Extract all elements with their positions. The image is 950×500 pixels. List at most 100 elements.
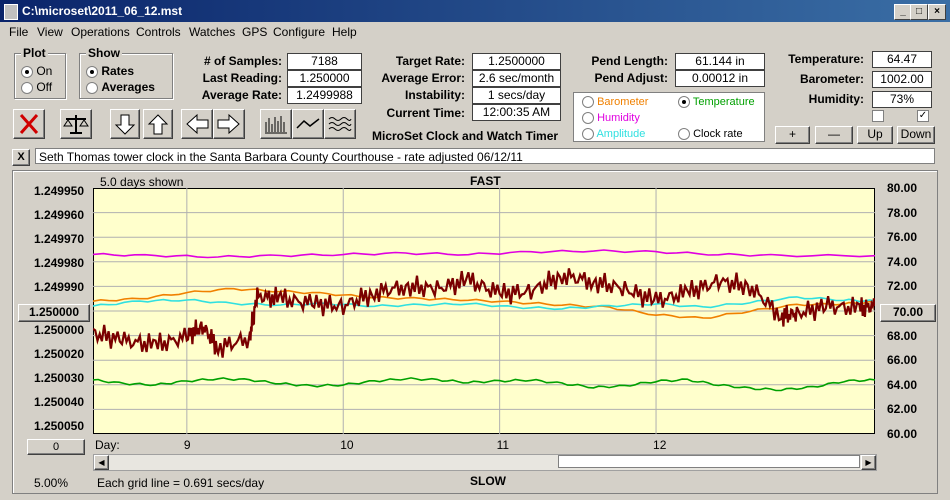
arrow-up-button[interactable]	[143, 109, 173, 139]
slow-label: SLOW	[470, 474, 506, 488]
down-button[interactable]: Down	[897, 126, 935, 144]
scroll-thumb[interactable]	[558, 455, 860, 468]
menu-file[interactable]: File	[9, 25, 28, 39]
series-barometer-radio[interactable]: Barometer	[582, 96, 649, 109]
x-tick-label: 9	[183, 438, 191, 452]
y-left-tick-label: 1.250020	[33, 347, 84, 361]
target-rate-label: Target Rate:	[395, 54, 465, 68]
y-right-tick-label: 64.00	[887, 377, 918, 392]
clear-comment-button[interactable]: X	[12, 149, 30, 166]
menu-view[interactable]: View	[37, 25, 63, 39]
temperature-label: Temperature:	[788, 52, 864, 66]
y-left-tick-label: 1.249960	[33, 208, 84, 222]
arrow-down-button[interactable]	[110, 109, 140, 139]
average-error-field: 2.6 sec/month	[472, 70, 561, 87]
app-label: MicroSet Clock and Watch Timer	[372, 129, 559, 143]
plot-off-radio[interactable]: Off	[21, 80, 52, 94]
last-reading-label: Last Reading:	[202, 71, 282, 85]
y-left-tick-label: 1.249970	[33, 232, 84, 246]
checkbox-left[interactable]	[872, 110, 884, 122]
show-rates-label: Rates	[101, 64, 135, 78]
x-tick-label: 10	[340, 438, 354, 452]
grid-status: Each grid line = 0.691 secs/day	[97, 476, 265, 490]
title-bar: C:\microset\2011_06_12.mst _ □ ×	[0, 0, 950, 22]
amplitude-label: Amplitude	[596, 128, 646, 140]
pend-length-field[interactable]: 61.144 in	[675, 53, 765, 70]
arrow-right-icon	[217, 113, 240, 135]
chart-plot-area	[93, 188, 875, 434]
line-view-button[interactable]	[292, 109, 324, 139]
average-rate-field: 1.2499988	[287, 87, 362, 104]
series-humidity-radio[interactable]: Humidity	[582, 112, 640, 125]
center-rate-button[interactable]: 1.250000	[18, 304, 90, 322]
stop-button[interactable]	[13, 109, 45, 139]
menu-controls[interactable]: Controls	[136, 25, 181, 39]
plot-on-label: On	[36, 64, 53, 78]
comment-field[interactable]: Seth Thomas tower clock in the Santa Bar…	[35, 148, 935, 164]
x-axis-label: Day:	[95, 438, 120, 452]
arrow-left-button[interactable]	[181, 109, 213, 139]
y-right-tick-label: 66.00	[887, 353, 918, 368]
y-right-tick-label: 80.00	[887, 181, 918, 195]
x-tick-label: 12	[653, 438, 667, 452]
show-group: Show Rates Averages	[79, 46, 173, 99]
scroll-right-arrow[interactable]: ▶	[861, 455, 876, 470]
menu-bar: File View Operations Controls Watches GP…	[0, 22, 950, 42]
menu-watches[interactable]: Watches	[189, 25, 235, 39]
temperature-field: 64.47	[872, 51, 932, 68]
last-reading-field: 1.250000	[287, 70, 362, 87]
y-left-tick-label: 1.250040	[33, 395, 84, 409]
up-button[interactable]: Up	[857, 126, 893, 144]
y-left-tick-label: 1.250030	[33, 371, 84, 385]
y-left-tick-label: 1.249980	[33, 256, 84, 270]
series-temperature-radio[interactable]: Temperature	[678, 96, 755, 109]
series-amplitude-radio[interactable]: Amplitude	[582, 128, 646, 141]
barometer-label: Barometer	[597, 96, 649, 108]
menu-gps[interactable]: GPS	[242, 25, 267, 39]
x-tick-label: 11	[496, 438, 510, 452]
close-window-button[interactable]: ×	[928, 4, 946, 20]
arrow-down-icon	[114, 114, 136, 135]
series-clock-rate-radio[interactable]: Clock rate	[678, 128, 743, 141]
instability-field: 1 secs/day	[472, 87, 561, 104]
y-right-tick-label: 68.00	[887, 328, 918, 343]
y-left-tick-label: 1.250000	[33, 323, 84, 337]
series-selector: Barometer Temperature Humidity Amplitude…	[573, 92, 765, 142]
maximize-button[interactable]: □	[910, 4, 928, 20]
minus-button[interactable]: —	[815, 126, 853, 144]
y-right-tick-label: 78.00	[887, 205, 918, 220]
scroll-left-arrow[interactable]: ◀	[94, 455, 109, 470]
horizontal-scrollbar[interactable]: ◀ ▶	[93, 454, 877, 471]
current-time-field: 12:00:35 AM	[472, 104, 561, 121]
balance-button[interactable]	[60, 109, 92, 139]
show-averages-radio[interactable]: Averages	[86, 80, 155, 94]
y-left-tick-label: 1.250050	[33, 419, 84, 433]
plot-group-title: Plot	[21, 46, 48, 60]
offset-button[interactable]: 0	[27, 439, 85, 455]
menu-help[interactable]: Help	[332, 25, 357, 39]
target-rate-field[interactable]: 1.2500000	[472, 53, 561, 70]
average-rate-label: Average Rate:	[201, 88, 282, 102]
wave-view-button[interactable]	[324, 109, 356, 139]
plus-button[interactable]: +	[775, 126, 810, 144]
bars-view-button[interactable]	[260, 109, 292, 139]
plot-on-radio[interactable]: On	[21, 64, 52, 78]
arrow-right-button[interactable]	[213, 109, 245, 139]
scale-icon	[63, 115, 89, 134]
center-temp-button[interactable]: 70.00	[880, 304, 936, 322]
pend-adjust-label: Pend Adjust:	[594, 71, 668, 85]
window-title: C:\microset\2011_06_12.mst	[22, 4, 183, 18]
bar-graph-icon	[265, 116, 287, 134]
show-rates-radio[interactable]: Rates	[86, 64, 134, 78]
y-right-tick-label: 62.00	[887, 402, 918, 417]
pend-adjust-field: 0.00012 in	[675, 70, 765, 87]
plot-group: Plot On Off	[14, 46, 66, 99]
checkbox-right[interactable]: ✓	[917, 110, 929, 122]
barometer-label-top: Barometer:	[799, 72, 864, 86]
menu-configure[interactable]: Configure	[273, 25, 325, 39]
y-left-tick-label: 1.249950	[33, 184, 84, 198]
arrow-left-icon	[186, 113, 209, 135]
menu-operations[interactable]: Operations	[71, 25, 130, 39]
line-graph-icon	[296, 118, 320, 129]
app-icon	[4, 4, 18, 20]
